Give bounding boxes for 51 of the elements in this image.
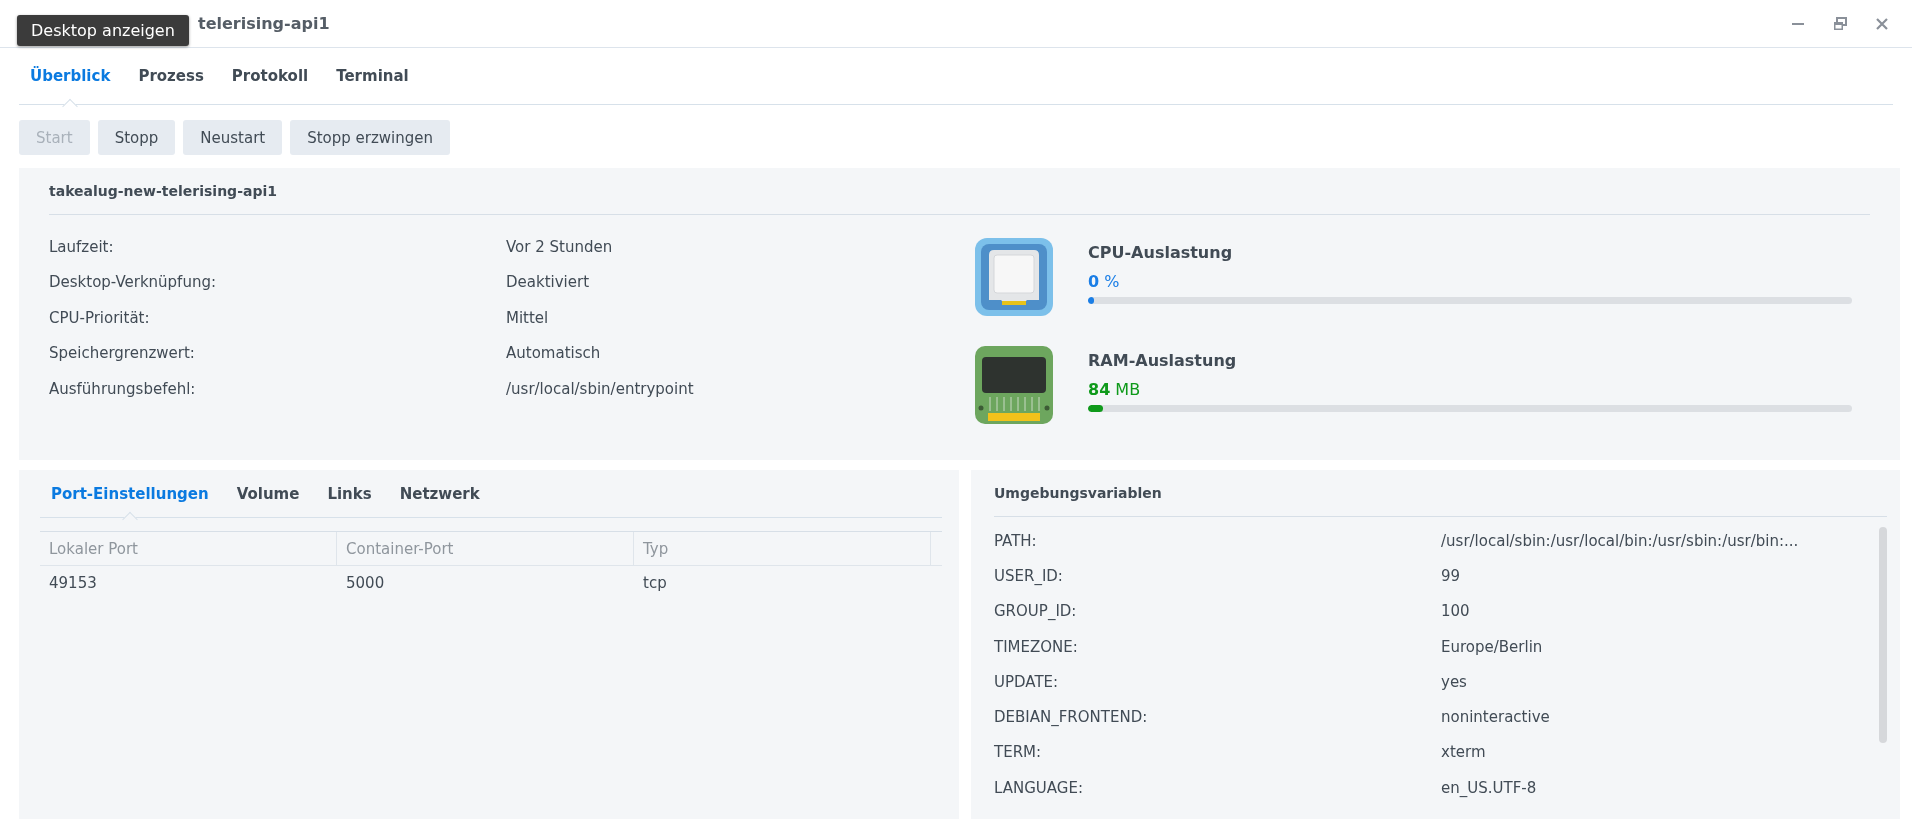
tooltip: Desktop anzeigen: [17, 15, 189, 46]
variable-value: yes: [1441, 672, 1467, 691]
variable-value: xterm: [1441, 743, 1486, 762]
tab[interactable]: Volume: [225, 469, 311, 518]
variable-value: Europe/Berlin: [1441, 637, 1543, 656]
variable-name: TERM:: [994, 743, 1043, 762]
field-value: Deaktiviert: [506, 273, 590, 292]
action-button[interactable]: Neustart: [183, 120, 283, 155]
variable-value: en_US.UTF-8: [1441, 778, 1537, 797]
window-title: telerising-api1: [198, 14, 330, 33]
field-value: Mittel: [506, 308, 549, 327]
variable-name: UPDATE:: [994, 672, 1060, 691]
panel-title: Umgebungsvariablen: [994, 470, 1887, 517]
variable-value: 99: [1441, 566, 1461, 585]
variable-value: 100: [1441, 602, 1470, 621]
tab[interactable]: Prozess: [127, 47, 215, 105]
close-icon[interactable]: [1874, 15, 1890, 32]
meter-title: CPU-Auslastung: [1088, 243, 1234, 262]
table-cell-text: tcp: [642, 574, 668, 592]
variable-name: LANGUAGE:: [994, 778, 1084, 797]
meter-reading: 84 MB: [1088, 380, 1142, 399]
field-label: Desktop-Verknüpfung:: [49, 273, 217, 292]
meter-reading: 0 %: [1088, 272, 1121, 291]
tab[interactable]: Protokoll: [220, 47, 320, 105]
memory-chip-icon: [974, 345, 1054, 425]
field-label: Speichergrenzwert:: [49, 344, 196, 363]
field-value: /usr/local/sbin/entrypoint: [506, 379, 694, 398]
restore-icon[interactable]: [1832, 15, 1848, 32]
variable-name: TIMEZONE:: [994, 637, 1079, 656]
meter-title: RAM-Auslastung: [1088, 351, 1238, 370]
field-label: CPU-Priorität:: [49, 308, 151, 327]
tab[interactable]: Terminal: [325, 47, 420, 105]
variable-value: noninteractive: [1441, 708, 1550, 727]
table-cell-text: 5000: [345, 574, 386, 592]
variable-value: /usr/local/sbin:/usr/local/bin:/usr/sbin:/usr/bin:...: [1441, 531, 1799, 550]
panel-title: takealug-new-telerising-api1: [49, 168, 1870, 215]
variable-name: USER_ID:: [994, 566, 1064, 585]
table-cell-text: 49153: [48, 574, 98, 592]
field-value: Vor 2 Stunden: [506, 237, 613, 256]
variable-name: DEBIAN_FRONTEND:: [994, 708, 1149, 727]
tab[interactable]: Netzwerk: [388, 469, 491, 518]
processor-icon: [974, 237, 1054, 317]
action-button[interactable]: Stopp erzwingen: [290, 120, 451, 155]
field-label: Ausführungsbefehl:: [49, 379, 197, 398]
field-value: Automatisch: [506, 344, 601, 363]
variable-name: GROUP_ID:: [994, 602, 1078, 621]
field-label: Laufzeit:: [49, 237, 115, 256]
variable-name: PATH:: [994, 531, 1038, 550]
tab[interactable]: Links: [316, 469, 383, 518]
action-button[interactable]: Stopp: [97, 120, 176, 155]
scrollbar[interactable]: [1879, 527, 1887, 743]
